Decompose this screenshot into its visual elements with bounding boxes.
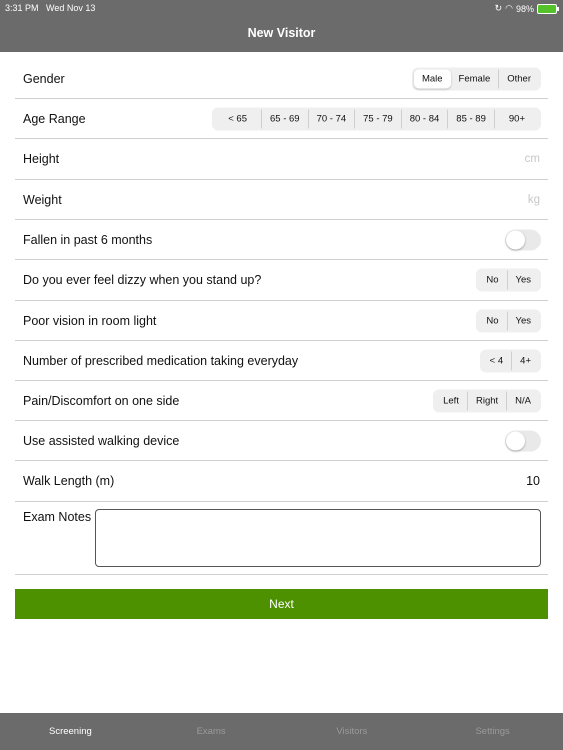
height-input-placeholder[interactable]: cm [525,153,540,165]
vision-segmented-control[interactable]: No Yes [476,309,541,332]
gender-option-male[interactable]: Male [413,69,451,88]
age-option[interactable]: 65 - 69 [260,109,308,128]
walking-device-toggle[interactable] [505,430,541,451]
pain-option-na[interactable]: N/A [506,391,539,410]
age-option[interactable]: 80 - 84 [400,109,448,128]
next-button[interactable]: Next [15,589,548,619]
age-option[interactable]: < 65 [214,109,261,128]
medication-segmented-control[interactable]: < 4 4+ [479,349,541,372]
medication-option-4-plus[interactable]: 4+ [511,351,539,370]
age-option[interactable]: 85 - 89 [447,109,494,128]
gender-option-female[interactable]: Female [451,69,499,88]
age-range-row: Age Range < 65 65 - 69 70 - 74 75 - 79 8… [15,99,548,139]
dizzy-segmented-control[interactable]: No Yes [476,268,541,292]
pain-option-left[interactable]: Left [435,391,467,410]
weight-label: Weight [23,192,62,207]
page-title: New Visitor [247,26,316,40]
weight-input-placeholder[interactable]: kg [528,194,540,206]
navigation-bar: 3:31 PM Wed Nov 13 ↻ ◠ 98% New Visitor [0,0,563,52]
exam-notes-textarea[interactable] [95,509,541,567]
time-text: 3:31 PM [5,3,39,13]
tab-visitors[interactable]: Visitors [282,713,423,750]
age-option[interactable]: 90+ [493,109,539,128]
status-time: 3:31 PM Wed Nov 13 [5,3,95,13]
status-bar: 3:31 PM Wed Nov 13 ↻ ◠ 98% [0,0,563,16]
pain-row: Pain/Discomfort on one side Left Right N… [15,381,548,421]
medication-row: Number of prescribed medication taking e… [15,341,548,381]
pain-option-right[interactable]: Right [466,391,506,410]
vision-option-no[interactable]: No [478,311,506,330]
walking-device-row: Use assisted walking device [15,421,548,461]
gender-label: Gender [23,71,65,86]
exam-notes-label: Exam Notes [23,510,92,524]
tab-bar: Screening Exams Visitors Settings [0,713,563,750]
walk-length-label: Walk Length (m) [23,474,115,488]
height-label: Height [23,152,60,166]
vision-label: Poor vision in room light [23,313,157,328]
age-range-label: Age Range [23,111,86,126]
gender-row: Gender Male Female Other [15,59,548,99]
rotation-lock-icon: ↻ [494,3,503,13]
toggle-knob [506,431,525,450]
status-right: ↻ ◠ 98% [494,3,559,14]
gender-option-other[interactable]: Other [498,69,539,88]
fallen-toggle[interactable] [505,229,541,250]
battery-percent: 98% [515,3,534,14]
vision-option-yes[interactable]: Yes [506,311,540,330]
dizzy-option-no[interactable]: No [478,271,506,290]
walk-length-value[interactable]: 10 [526,474,540,488]
fallen-row: Fallen in past 6 months [15,220,548,260]
weight-row[interactable]: Weight kg [15,180,548,220]
age-option[interactable]: 70 - 74 [307,109,355,128]
vision-row: Poor vision in room light No Yes [15,301,548,341]
date-text: Wed Nov 13 [46,3,96,13]
tab-screening[interactable]: Screening [0,713,141,750]
walk-length-row: Walk Length (m) 10 [15,461,548,502]
fallen-label: Fallen in past 6 months [23,232,153,247]
battery-icon [537,3,559,14]
tab-exams[interactable]: Exams [141,713,282,750]
exam-notes-row: Exam Notes [15,502,548,575]
medication-label: Number of prescribed medication taking e… [23,353,299,368]
pain-segmented-control[interactable]: Left Right N/A [433,389,541,412]
dizzy-row: Do you ever feel dizzy when you stand up… [15,260,548,301]
toggle-knob [506,230,525,249]
medication-option-less-4[interactable]: < 4 [482,351,511,370]
walking-device-label: Use assisted walking device [23,433,180,448]
height-row[interactable]: Height cm [15,139,548,180]
tab-settings[interactable]: Settings [422,713,563,750]
dizzy-label: Do you ever feel dizzy when you stand up… [23,273,262,287]
dizzy-option-yes[interactable]: Yes [506,270,540,290]
pain-label: Pain/Discomfort on one side [23,393,180,408]
age-option[interactable]: 75 - 79 [354,109,401,128]
wifi-icon: ◠ [505,3,513,13]
age-range-segmented-control[interactable]: < 65 65 - 69 70 - 74 75 - 79 80 - 84 85 … [212,107,541,130]
gender-segmented-control[interactable]: Male Female Other [411,67,541,90]
